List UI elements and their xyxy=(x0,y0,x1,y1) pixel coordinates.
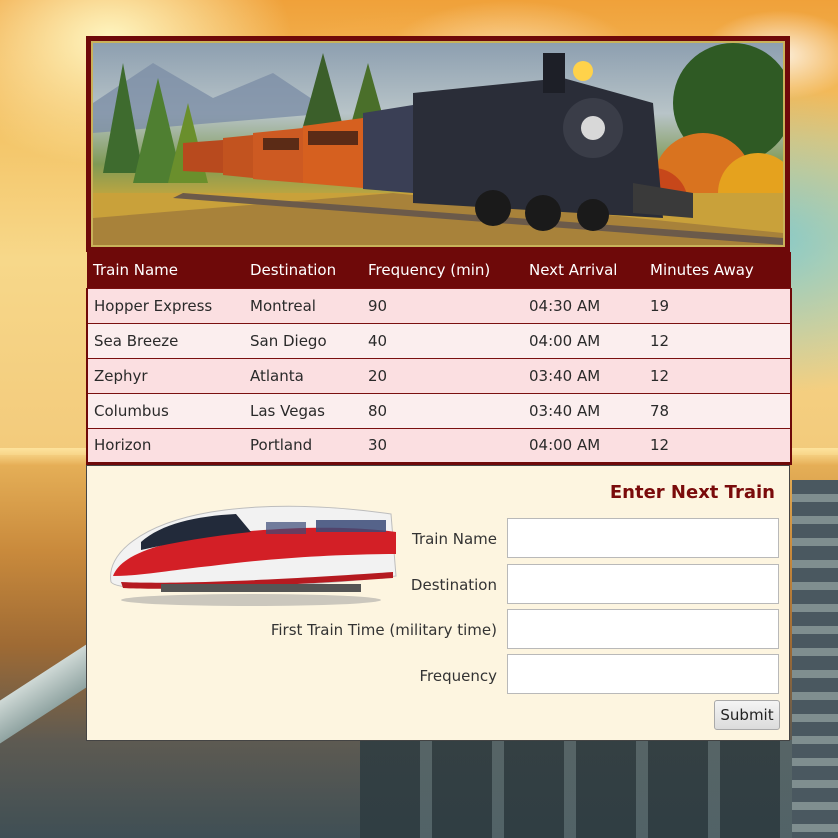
cell-train-name: Sea Breeze xyxy=(86,322,244,358)
table-row: Sea Breeze San Diego 40 04:00 AM 12 xyxy=(86,322,792,358)
cell-train-name: Hopper Express xyxy=(86,287,244,323)
table-row: Zephyr Atlanta 20 03:40 AM 12 xyxy=(86,357,792,393)
add-train-form: Enter Next Train Train Name Destination … xyxy=(86,465,790,741)
cell-frequency: 90 xyxy=(362,287,523,323)
cell-next-arrival: 03:40 AM xyxy=(523,357,644,393)
cell-train-name: Horizon xyxy=(86,427,244,465)
destination-label: Destination xyxy=(410,576,497,594)
cell-train-name: Columbus xyxy=(86,392,244,428)
cell-minutes-away: 78 xyxy=(644,392,792,428)
cell-next-arrival: 03:40 AM xyxy=(523,392,644,428)
train-schedule-table: Train Name Destination Frequency (min) N… xyxy=(86,252,792,465)
destination-input[interactable] xyxy=(507,564,779,604)
table-header-row: Train Name Destination Frequency (min) N… xyxy=(87,252,791,288)
hero-banner xyxy=(86,36,790,252)
frequency-input[interactable] xyxy=(507,654,779,694)
cell-next-arrival: 04:30 AM xyxy=(523,287,644,323)
cell-destination: Montreal xyxy=(244,287,362,323)
cell-minutes-away: 12 xyxy=(644,322,792,358)
cell-next-arrival: 04:00 AM xyxy=(523,427,644,465)
cell-minutes-away: 19 xyxy=(644,287,792,323)
steam-train-illustration xyxy=(93,43,783,245)
column-header-next-arrival: Next Arrival xyxy=(523,252,644,288)
cell-destination: Portland xyxy=(244,427,362,465)
first-train-time-label: First Train Time (military time) xyxy=(270,621,497,639)
column-header-train-name: Train Name xyxy=(87,252,244,288)
cell-minutes-away: 12 xyxy=(644,427,792,465)
cell-destination: Atlanta xyxy=(244,357,362,393)
cell-destination: San Diego xyxy=(244,322,362,358)
railway-track-right xyxy=(792,480,838,838)
railway-sleepers xyxy=(360,740,838,838)
table-row: Hopper Express Montreal 90 04:30 AM 19 xyxy=(86,287,792,323)
cell-train-name: Zephyr xyxy=(86,357,244,393)
column-header-destination: Destination xyxy=(244,252,362,288)
table-row: Horizon Portland 30 04:00 AM 12 xyxy=(86,427,792,465)
cell-frequency: 30 xyxy=(362,427,523,465)
form-title: Enter Next Train xyxy=(609,482,775,503)
submit-button[interactable]: Submit xyxy=(714,700,780,730)
cell-frequency: 20 xyxy=(362,357,523,393)
train-scheduler-panel: Train Name Destination Frequency (min) N… xyxy=(86,36,792,741)
cell-destination: Las Vegas xyxy=(244,392,362,428)
frequency-label: Frequency xyxy=(419,667,498,685)
cell-minutes-away: 12 xyxy=(644,357,792,393)
train-name-label: Train Name xyxy=(411,530,497,548)
bullet-train-image xyxy=(110,505,397,606)
steam-train-image xyxy=(91,41,785,247)
train-name-input[interactable] xyxy=(507,518,779,558)
cell-frequency: 40 xyxy=(362,322,523,358)
cell-frequency: 80 xyxy=(362,392,523,428)
column-header-minutes-away: Minutes Away xyxy=(644,252,791,288)
cell-next-arrival: 04:00 AM xyxy=(523,322,644,358)
first-train-time-input[interactable] xyxy=(507,609,779,649)
table-row: Columbus Las Vegas 80 03:40 AM 78 xyxy=(86,392,792,428)
column-header-frequency: Frequency (min) xyxy=(362,252,523,288)
